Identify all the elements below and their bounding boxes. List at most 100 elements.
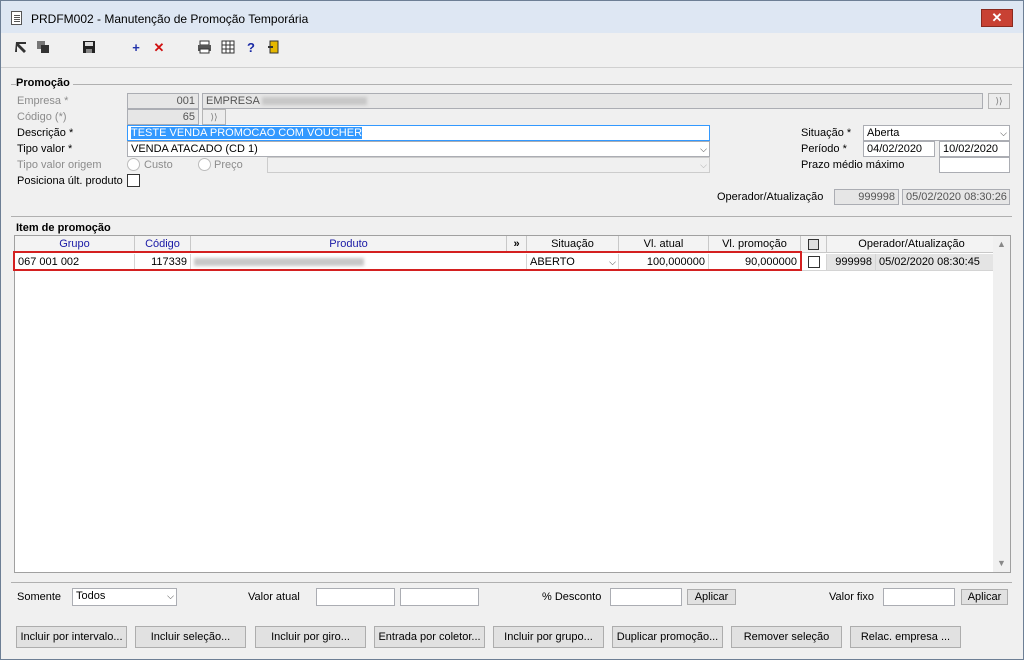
chevron-down-icon: ⌵ [700, 160, 707, 170]
toolbar-separator [1, 67, 1023, 68]
descricao-label: Descrição * [17, 127, 74, 139]
radio-custo-label: Custo [144, 159, 173, 171]
main-window: PRDFM002 - Manutenção de Promoção Tempor… [0, 0, 1024, 660]
valor-atual-max-field[interactable] [400, 588, 479, 606]
situacao-label: Situação * [801, 127, 852, 139]
somente-label: Somente [17, 591, 62, 603]
toolbar: + ✕ ? [1, 34, 1023, 62]
col-header-vl-promocao[interactable]: Vl. promoção [709, 236, 801, 253]
vertical-scrollbar[interactable]: ▲ ▼ [993, 236, 1010, 572]
tipo-valor-select[interactable]: VENDA ATACADO (CD 1) ⌵ [127, 141, 710, 157]
col-header-select-all[interactable] [801, 236, 827, 253]
relac-empresa-button[interactable]: Relac. empresa ... [850, 626, 961, 648]
select-all-checkbox[interactable] [808, 238, 819, 250]
cursor-back-icon[interactable] [13, 40, 29, 56]
print-icon[interactable] [196, 40, 212, 56]
incluir-grupo-button[interactable]: Incluir por grupo... [493, 626, 604, 648]
aplicar-desconto-button[interactable]: Aplicar [687, 589, 736, 605]
valor-atual-min-field[interactable] [316, 588, 395, 606]
row-grupo-cell[interactable]: 067 001 002 [15, 254, 135, 271]
tipo-valor-origem-label: Tipo valor origem [17, 159, 102, 171]
duplicar-promocao-button[interactable]: Duplicar promoção... [612, 626, 723, 648]
save-icon[interactable] [81, 40, 97, 56]
row-operador-cell: 999998 [827, 254, 876, 271]
tipo-valor-value: VENDA ATACADO (CD 1) [131, 143, 258, 155]
valor-fixo-field[interactable] [883, 588, 955, 606]
situacao-select[interactable]: Aberta ⌵ [863, 125, 1010, 141]
radio-preco[interactable] [198, 158, 211, 171]
close-button[interactable]: ✕ [981, 9, 1013, 27]
desconto-field[interactable] [610, 588, 682, 606]
col-header-codigo[interactable]: Código [135, 236, 191, 253]
col-header-vl-atual[interactable]: Vl. atual [619, 236, 709, 253]
row-vl-promocao-cell[interactable]: 90,000000 [709, 254, 801, 271]
row-codigo-cell[interactable]: 117339 [135, 254, 191, 271]
empresa-code-field[interactable]: 001 [127, 93, 199, 109]
chevron-down-icon: ⌵ [1000, 128, 1007, 138]
valor-atual-label: Valor atual [248, 591, 300, 603]
row-checkbox[interactable] [807, 256, 820, 269]
redacted-text [262, 97, 368, 106]
col-header-produto[interactable]: Produto [191, 236, 507, 253]
add-icon[interactable]: + [128, 40, 144, 56]
row-situacao-value: ABERTO [530, 256, 575, 268]
delete-icon[interactable]: ✕ [151, 40, 167, 56]
chevron-down-icon: ⌵ [167, 591, 174, 601]
remover-selecao-button[interactable]: Remover seleção [731, 626, 842, 648]
itens-section-label: Item de promoção [16, 222, 114, 234]
filter-separator [11, 582, 1012, 583]
col-header-grupo[interactable]: Grupo [15, 236, 135, 253]
chevron-down-icon: ⌵ [609, 257, 616, 267]
col-header-situacao[interactable]: Situação [527, 236, 619, 253]
col-expand-button[interactable]: » [507, 236, 527, 253]
itens-group-line [11, 216, 1012, 217]
tipo-valor-origem-select[interactable]: ⌵ [267, 157, 710, 173]
copy-icon[interactable] [35, 40, 51, 56]
entrada-coletor-button[interactable]: Entrada por coletor... [374, 626, 485, 648]
aplicar-valor-fixo-button[interactable]: Aplicar [961, 589, 1008, 605]
empresa-name-field[interactable]: EMPRESA [202, 93, 983, 109]
somente-select[interactable]: Todos ⌵ [72, 588, 177, 606]
itens-grid[interactable]: Grupo Código Produto » Situação Vl. atua… [14, 235, 1011, 573]
chevron-down-icon: ⌵ [700, 144, 707, 154]
periodo-label: Período * [801, 143, 847, 155]
desconto-label: % Desconto [542, 591, 602, 603]
incluir-intervalo-button[interactable]: Incluir por intervalo... [16, 626, 127, 648]
row-vl-atual-cell[interactable]: 100,000000 [619, 254, 709, 271]
window-title: PRDFM002 - Manutenção de Promoção Tempor… [31, 12, 309, 26]
descricao-selected-text: TESTE VENDA PROMOCAO COM VOUCHER [131, 127, 363, 139]
help-icon[interactable]: ? [243, 40, 259, 56]
row-produto-cell[interactable] [191, 254, 527, 271]
row-situacao-select[interactable]: ABERTO ⌵ [527, 254, 619, 271]
table-icon[interactable] [220, 40, 236, 56]
somente-value: Todos [76, 590, 106, 602]
prazo-field[interactable] [939, 157, 1010, 173]
valor-fixo-label: Valor fixo [829, 591, 875, 603]
row-select-cell[interactable] [801, 254, 827, 271]
atualizacao-field: 05/02/2020 08:30:26 [902, 189, 1010, 205]
tipo-valor-label: Tipo valor * [17, 143, 73, 155]
descricao-field[interactable]: TESTE VENDA PROMOCAO COM VOUCHER [127, 125, 710, 141]
scroll-up-icon[interactable]: ▲ [993, 236, 1010, 253]
codigo-field[interactable]: 65 [127, 109, 199, 125]
periodo-inicio-field[interactable]: 04/02/2020 [863, 141, 935, 157]
situacao-value: Aberta [867, 127, 900, 139]
redacted-text [194, 258, 364, 267]
exit-icon[interactable] [266, 40, 282, 56]
incluir-selecao-button[interactable]: Incluir seleção... [135, 626, 246, 648]
periodo-fim-field[interactable]: 10/02/2020 [939, 141, 1010, 157]
incluir-giro-button[interactable]: Incluir por giro... [255, 626, 366, 648]
codigo-lookup-button[interactable]: ⟩⟩ [202, 109, 226, 125]
posiciona-checkbox[interactable] [127, 174, 140, 187]
promocao-group-line [11, 84, 1012, 85]
col-header-operador[interactable]: Operador/Atualização [827, 236, 997, 253]
prazo-label: Prazo médio máximo [801, 159, 905, 171]
scroll-down-icon[interactable]: ▼ [993, 555, 1010, 572]
title-bar: PRDFM002 - Manutenção de Promoção Tempor… [1, 1, 1023, 33]
radio-preco-label: Preço [214, 159, 243, 171]
empresa-label: Empresa * [17, 95, 69, 107]
operador-label: Operador/Atualização [717, 191, 824, 203]
empresa-lookup-button[interactable]: ⟩⟩ [988, 93, 1010, 109]
radio-custo[interactable] [127, 158, 140, 171]
posiciona-label: Posiciona últ. produto [17, 175, 123, 187]
